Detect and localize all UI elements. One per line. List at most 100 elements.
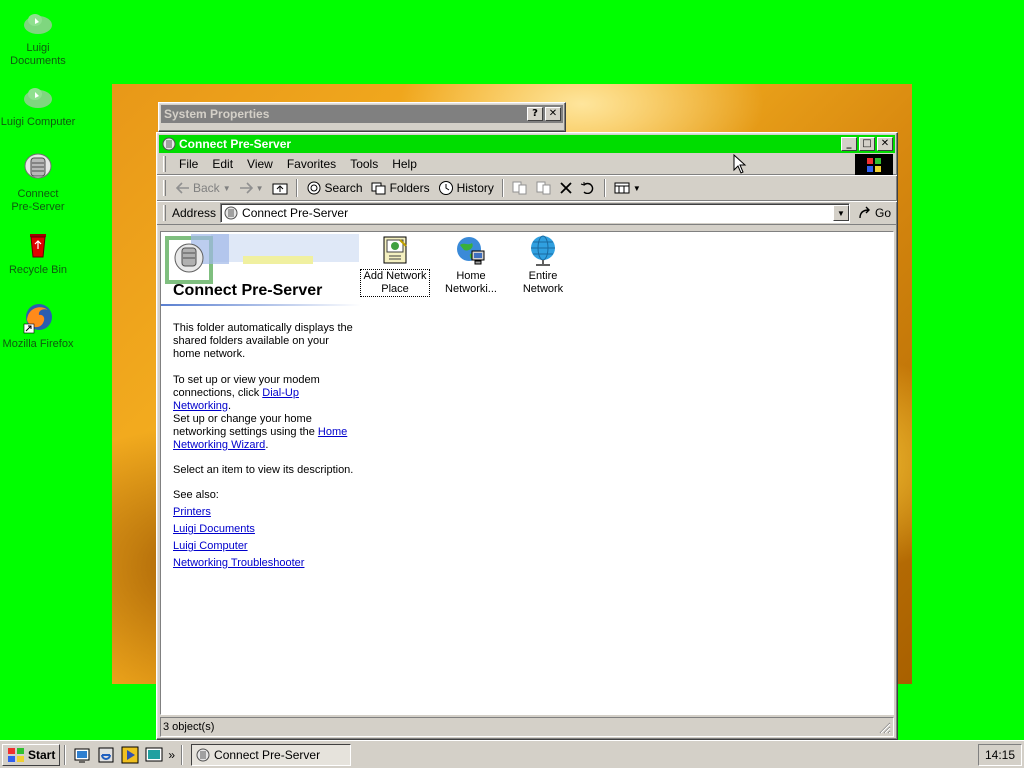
history-label: History xyxy=(456,181,494,195)
desktop-icon-recycle-bin[interactable]: Recycle Bin xyxy=(0,228,76,277)
launch-ie-icon[interactable] xyxy=(97,746,115,764)
task-area-separator xyxy=(181,744,184,765)
explorer-titlebar[interactable]: Connect Pre-Server _ □ ✕ xyxy=(159,135,895,153)
desktop-icon[interactable] xyxy=(145,746,163,764)
cloud-icon xyxy=(24,88,52,108)
close-button[interactable]: ✕ xyxy=(877,137,893,151)
views-button[interactable]: ▼ xyxy=(610,180,645,196)
help-button[interactable]: ? xyxy=(527,107,543,121)
toolbar-grip[interactable] xyxy=(163,180,166,196)
webview-wizard-paragraph: Set up or change your home networking se… xyxy=(173,413,359,452)
system-properties-titlebar[interactable]: System Properties ? ✕ xyxy=(161,105,563,123)
see-also-link-networking-troubleshooter[interactable]: Networking Troubleshooter xyxy=(173,557,359,570)
move-to-button[interactable] xyxy=(508,179,532,197)
mouse-cursor-icon xyxy=(733,154,747,174)
system-properties-window[interactable]: System Properties ? ✕ xyxy=(158,102,566,132)
views-icon xyxy=(614,182,630,194)
show-desktop-icon[interactable] xyxy=(73,746,91,764)
resize-grip-icon[interactable] xyxy=(879,722,891,734)
folders-button[interactable]: Folders xyxy=(367,179,434,197)
menu-tools[interactable]: Tools xyxy=(343,155,385,173)
taskbar-button-label: Connect Pre-Server xyxy=(214,747,321,762)
see-also-link-printers[interactable]: Printers xyxy=(173,506,359,519)
start-button[interactable]: Start xyxy=(2,743,61,766)
toolbar-separator xyxy=(501,179,504,197)
close-button[interactable]: ✕ xyxy=(545,107,561,121)
folder-items: Add Network Place Home Networki... Entir… xyxy=(360,232,893,302)
address-dropdown-button[interactable]: ▼ xyxy=(832,205,849,221)
taskbar-button-connect-pre-server[interactable]: Connect Pre-Server xyxy=(191,743,352,766)
toolbar-grip[interactable] xyxy=(163,155,166,172)
menu-bar: File Edit View Favorites Tools Help xyxy=(157,153,897,175)
firefox-icon xyxy=(23,304,52,334)
menu-favorites[interactable]: Favorites xyxy=(280,155,343,173)
minimize-button[interactable]: _ xyxy=(841,137,857,151)
dropdown-arrow-icon: ▼ xyxy=(632,183,641,193)
desktop-icon-label: Mozilla Firefox xyxy=(2,338,74,350)
item-entire-network[interactable]: Entire Network xyxy=(509,234,577,296)
see-also-link-luigi-computer[interactable]: Luigi Computer xyxy=(173,540,359,553)
webview-title-underline xyxy=(161,304,361,306)
forward-arrow-icon xyxy=(239,182,253,194)
desktop-icon-label: Luigi Computer xyxy=(0,116,76,128)
maximize-button[interactable]: □ xyxy=(859,137,875,151)
server-icon xyxy=(24,153,52,179)
menu-file[interactable]: File xyxy=(172,155,205,173)
search-button[interactable]: Search xyxy=(302,178,367,198)
history-icon xyxy=(438,181,453,195)
undo-button[interactable] xyxy=(576,180,600,196)
media-player-icon[interactable] xyxy=(121,746,139,764)
see-also-link-luigi-documents[interactable]: Luigi Documents xyxy=(173,523,359,536)
desktop-icon-luigi-documents[interactable]: Luigi Documents xyxy=(0,6,76,68)
address-label: Address xyxy=(172,206,217,220)
standard-toolbar: Back ▼ ▼ Search Folders History ▼ xyxy=(157,175,897,201)
item-add-network-place[interactable]: Add Network Place xyxy=(360,234,430,297)
toolbar-separator xyxy=(603,179,606,197)
webview-title: Connect Pre-Server xyxy=(173,282,323,299)
desktop-icon-label: Luigi Documents xyxy=(10,42,66,67)
server-icon xyxy=(196,748,210,761)
forward-button[interactable]: ▼ xyxy=(235,180,268,196)
quick-launch-overflow-button[interactable]: » xyxy=(168,748,175,762)
status-object-count: 3 object(s) xyxy=(163,721,215,733)
desktop-icon-luigi-computer[interactable]: Luigi Computer xyxy=(0,80,76,129)
see-also-heading: See also: xyxy=(173,489,219,501)
desktop-icon-connect-pre-server[interactable]: Connect Pre-Server xyxy=(0,152,76,214)
menu-help[interactable]: Help xyxy=(385,155,424,173)
server-icon xyxy=(162,137,176,151)
desktop-icon-mozilla-firefox[interactable]: Mozilla Firefox xyxy=(0,302,76,351)
address-input[interactable]: Connect Pre-Server ▼ xyxy=(220,203,850,223)
address-value: Connect Pre-Server xyxy=(242,206,349,220)
taskbar: Start » Connect Pre-Server 14:15 xyxy=(0,740,1024,768)
desktop-icon-label: Recycle Bin xyxy=(8,264,68,276)
toolbar-grip[interactable] xyxy=(163,205,166,221)
item-label: Entire Network xyxy=(522,270,564,295)
back-label: Back xyxy=(193,181,220,195)
history-button[interactable]: History xyxy=(434,178,498,198)
move-to-icon xyxy=(512,181,527,195)
undo-icon xyxy=(580,182,594,194)
search-label: Search xyxy=(324,181,363,195)
windows-logo-icon xyxy=(855,154,893,175)
folders-label: Folders xyxy=(389,181,430,195)
cloud-icon xyxy=(24,14,52,34)
webview-description: This folder automatically displays the s… xyxy=(173,322,353,360)
delete-button[interactable] xyxy=(556,180,576,196)
go-button[interactable]: Go xyxy=(850,206,897,220)
start-label: Start xyxy=(28,747,56,762)
item-label: Add Network Place xyxy=(360,269,430,297)
item-home-networking[interactable]: Home Networki... xyxy=(437,234,505,296)
paragraph-text: . xyxy=(265,439,269,451)
explorer-window[interactable]: Connect Pre-Server _ □ ✕ File Edit View … xyxy=(156,132,898,740)
back-button[interactable]: Back ▼ xyxy=(172,179,235,197)
system-tray-clock[interactable]: 14:15 xyxy=(978,744,1022,766)
clock-time: 14:15 xyxy=(984,748,1016,762)
server-icon xyxy=(224,206,238,220)
menu-view[interactable]: View xyxy=(240,155,280,173)
menu-edit[interactable]: Edit xyxy=(205,155,240,173)
up-folder-button[interactable] xyxy=(268,179,292,197)
webview-select-hint: Select an item to view its description. xyxy=(173,464,354,476)
copy-to-button[interactable] xyxy=(532,179,556,197)
folder-content-area[interactable]: Connect Pre-Server This folder automatic… xyxy=(160,231,894,715)
webview-dialup-paragraph: To set up or view your modem connections… xyxy=(173,374,359,413)
